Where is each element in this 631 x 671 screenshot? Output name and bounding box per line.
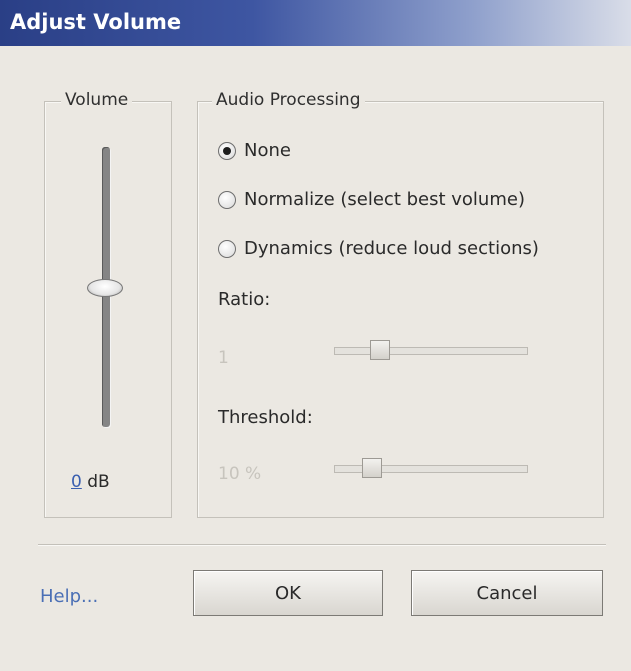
volume-legend: Volume (61, 90, 133, 110)
volume-unit: dB (87, 472, 110, 492)
volume-group: Volume 0 dB (44, 90, 172, 518)
radio-dynamics[interactable]: Dynamics (reduce loud sections) (218, 238, 539, 259)
radio-dynamics-button[interactable] (218, 239, 236, 258)
ratio-slider-thumb[interactable] (370, 340, 390, 360)
volume-value[interactable]: 0 (71, 472, 82, 492)
audio-processing-legend: Audio Processing (212, 90, 365, 110)
ratio-value: 1 (218, 348, 229, 368)
dialog-body: Volume 0 dB Audio Processing None Normal… (0, 46, 631, 671)
radio-none[interactable]: None (218, 140, 291, 161)
footer-separator (38, 544, 606, 546)
radio-none-label: None (244, 140, 291, 161)
volume-readout: 0 dB (71, 472, 110, 492)
help-link[interactable]: Help... (40, 586, 98, 607)
threshold-label: Threshold: (218, 407, 313, 428)
title-bar[interactable]: Adjust Volume (0, 0, 631, 46)
window-title: Adjust Volume (10, 10, 182, 34)
radio-normalize[interactable]: Normalize (select best volume) (218, 189, 525, 210)
radio-normalize-button[interactable] (218, 190, 236, 209)
volume-slider-thumb[interactable] (87, 279, 123, 297)
radio-dynamics-label: Dynamics (reduce loud sections) (244, 238, 539, 259)
ok-button[interactable]: OK (193, 570, 383, 616)
threshold-slider-thumb[interactable] (362, 458, 382, 478)
audio-processing-group: Audio Processing None Normalize (select … (197, 90, 604, 518)
cancel-button[interactable]: Cancel (411, 570, 603, 616)
ratio-slider-track[interactable] (334, 347, 528, 355)
radio-none-button[interactable] (218, 141, 236, 160)
radio-normalize-label: Normalize (select best volume) (244, 189, 525, 210)
ratio-label: Ratio: (218, 289, 271, 310)
threshold-value: 10 % (218, 464, 262, 484)
